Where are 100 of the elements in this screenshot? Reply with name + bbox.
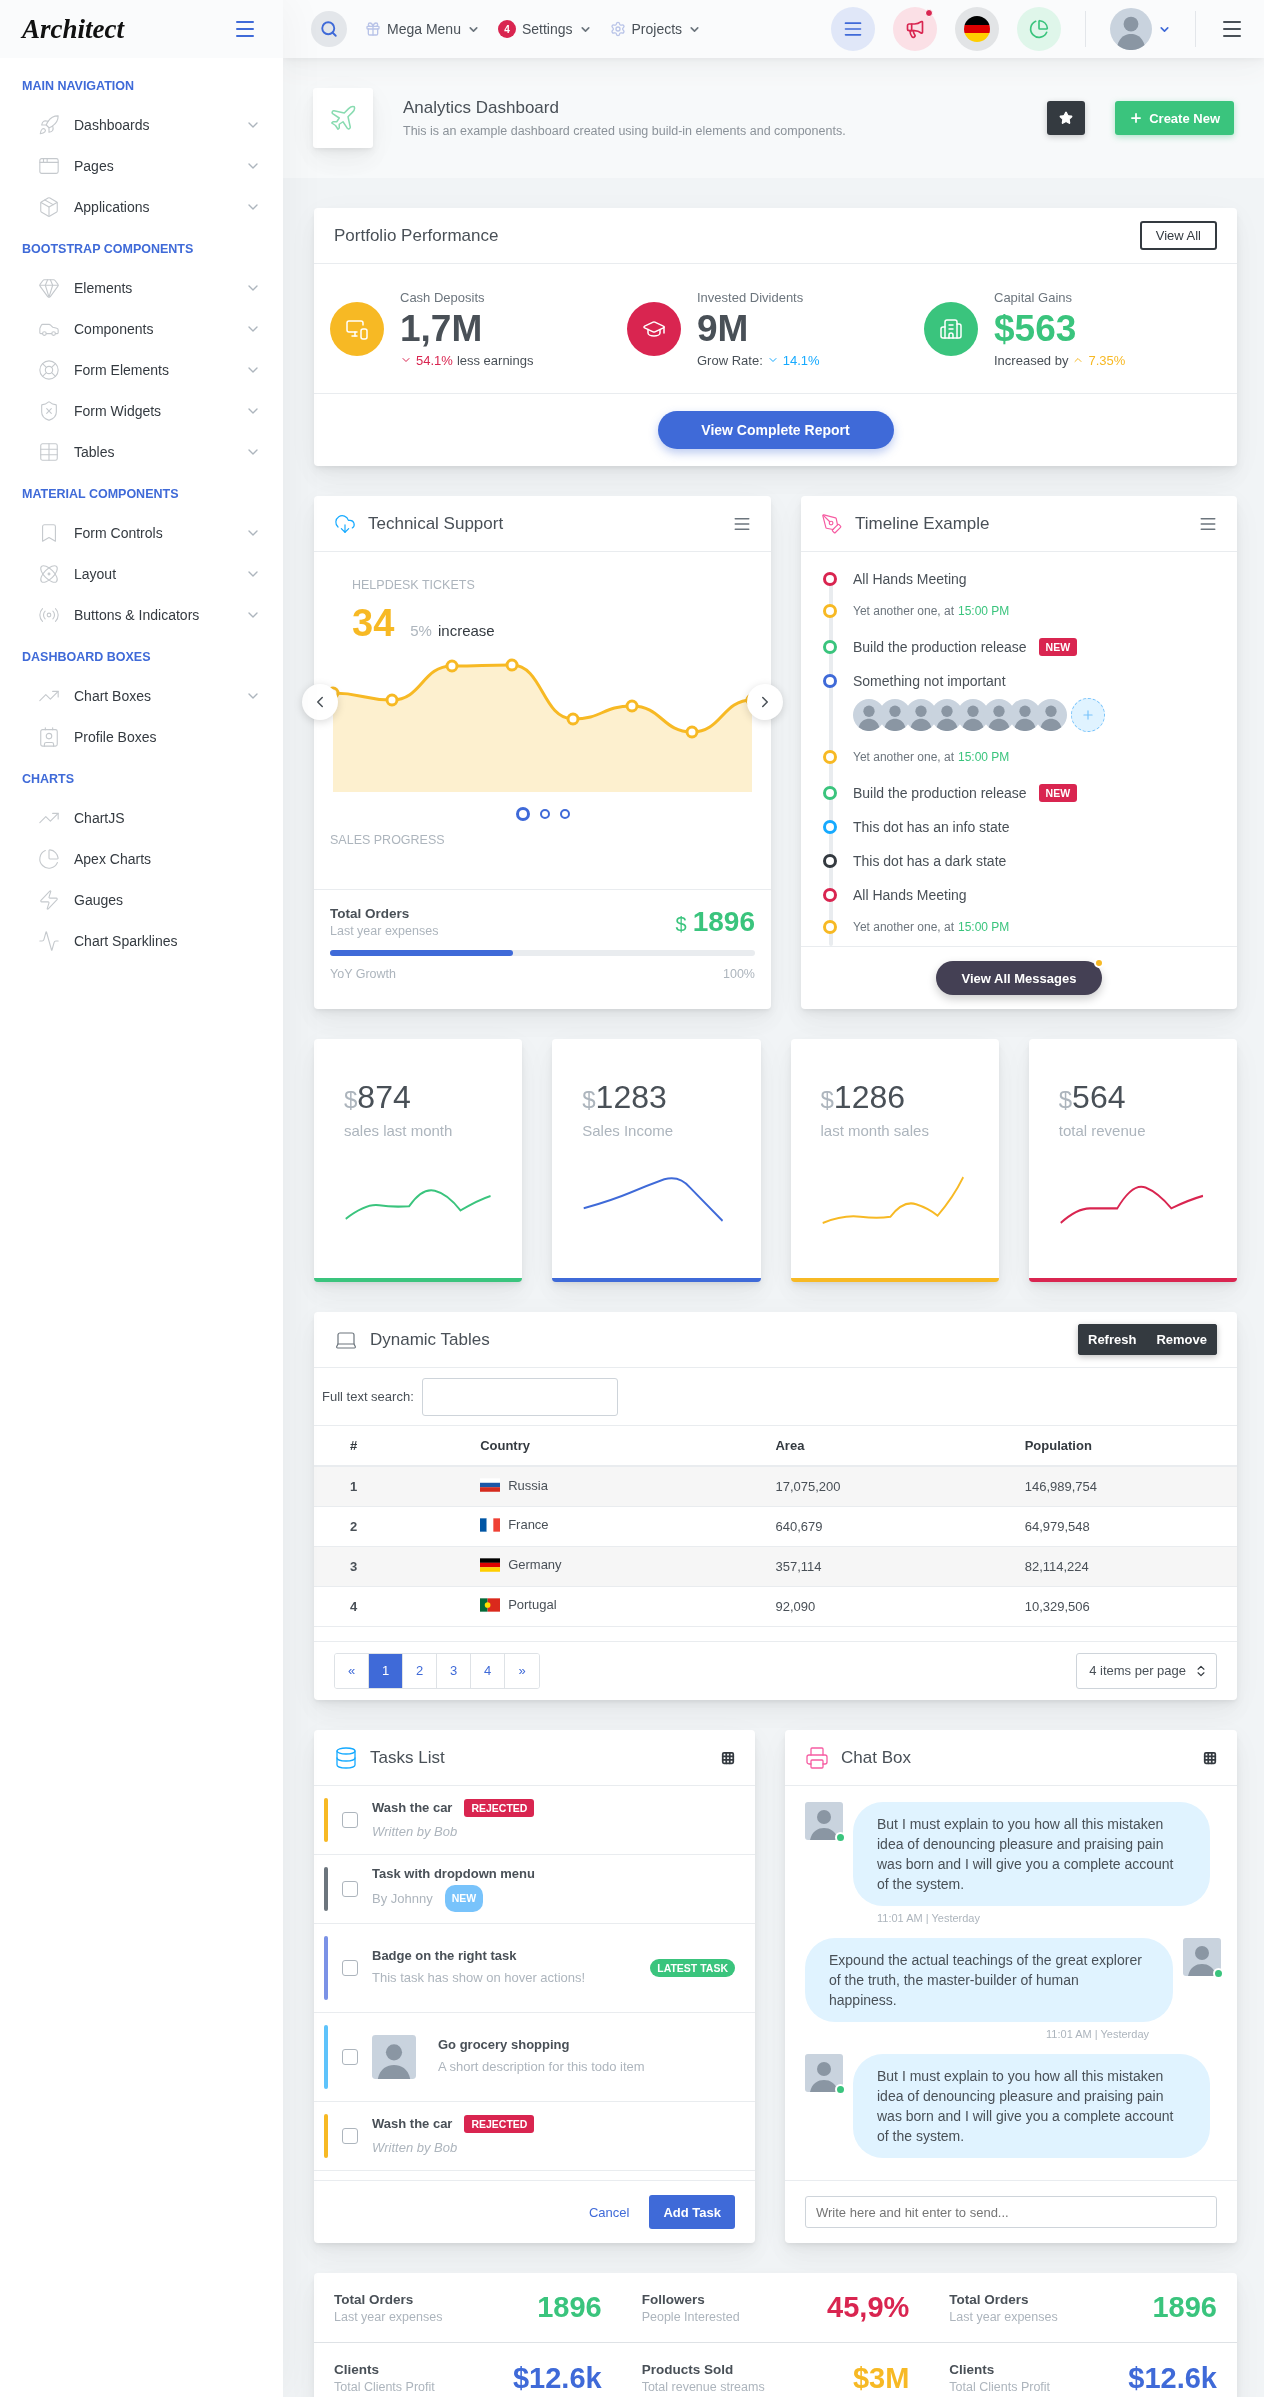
summary-subtitle: People Interested (641, 2309, 740, 2324)
table-cell: 17,075,200 (775, 1466, 1025, 1506)
sidebar-item[interactable]: Pages (22, 145, 261, 186)
report-button[interactable]: View Complete Report (657, 411, 894, 449)
task-checkbox[interactable] (342, 2049, 358, 2065)
summary-subtitle: Last year expenses (949, 2309, 1058, 2324)
message-field[interactable]: Write here and hit enter to send... (805, 2196, 1217, 2228)
avatar (853, 699, 885, 731)
flag-icon (480, 1597, 501, 1612)
sidebar-item[interactable]: Dashboards (22, 104, 261, 145)
user-avatar (1110, 8, 1152, 50)
sidebar-item[interactable]: Tables (22, 431, 261, 472)
metric-label: Invested Dividents (697, 289, 805, 305)
sidebar-item[interactable]: Elements (22, 267, 261, 308)
summary-title: Total Orders (334, 2291, 415, 2307)
add-task-button[interactable]: Add Task (649, 2195, 735, 2229)
slide-dot[interactable] (539, 809, 550, 819)
menu-item-icon (38, 929, 60, 952)
task-checkbox[interactable] (342, 1881, 358, 1897)
slide-dot[interactable] (559, 809, 570, 819)
cancel-link[interactable]: Cancel (582, 2203, 636, 2221)
new-badge: NEW (1038, 784, 1078, 802)
toolbar-button[interactable]: Refresh (1078, 1324, 1147, 1355)
section-title: MATERIAL COMPONENTS (22, 486, 180, 503)
timeline-note: Yet another one, at 15:00 PM (853, 919, 1011, 936)
gift-icon (365, 21, 381, 37)
chart-point (445, 659, 459, 673)
favorite-button[interactable] (1047, 101, 1086, 135)
menu-item-icon (38, 888, 60, 911)
sidebar-item[interactable]: Gauges (22, 879, 261, 920)
sidebar-item[interactable]: Apex Charts (22, 838, 261, 879)
sidebar-item[interactable]: Form Elements (22, 349, 261, 390)
table-cell: 10,329,506 (1024, 1586, 1237, 1626)
menu-link[interactable]: 4 Settings (497, 20, 592, 38)
summary-subtitle: Last year expenses (334, 2309, 443, 2324)
card-title: Tasks List (370, 1747, 446, 1768)
summary-value: 1896 (537, 2291, 602, 2324)
sidebar-item[interactable]: Form Controls (22, 512, 261, 553)
task-subtitle: A short description for this todo item (438, 2058, 645, 2076)
table-cell: Germany (508, 1557, 562, 1573)
summary-value: 1896 (1152, 2291, 1217, 2324)
card-title: Portfolio Performance (334, 225, 500, 246)
flag-icon (480, 1478, 501, 1492)
currency-sign: $ (675, 913, 687, 936)
sidebar-item[interactable]: Chart Sparklines (22, 920, 261, 961)
sidebar-item[interactable]: Applications (22, 186, 261, 227)
icon-button[interactable] (955, 7, 999, 51)
star-icon (1059, 111, 1074, 125)
sidebar-item[interactable]: Layout (22, 553, 261, 594)
page-size-select[interactable]: 4 items per page (1076, 1652, 1217, 1689)
menu-item-icon (38, 399, 60, 422)
page-button[interactable]: 1 (369, 1653, 403, 1688)
search-field[interactable] (421, 1377, 618, 1416)
megaphone-icon (905, 19, 925, 39)
task-checkbox[interactable] (342, 1960, 358, 1976)
avatar (1183, 1938, 1221, 1976)
cloud-icon (334, 512, 356, 535)
sidebar-item[interactable]: Profile Boxes (22, 716, 261, 757)
online-dot (835, 2084, 846, 2095)
menu-item-icon (38, 358, 60, 381)
toolbar-button[interactable]: Remove (1146, 1324, 1217, 1355)
metric-value: 1,7M (400, 306, 484, 351)
sidebar-item[interactable]: Form Widgets (22, 390, 261, 431)
flag-icon (480, 1517, 501, 1532)
card-title: Chat Box (841, 1747, 912, 1768)
search-label: Full text search: (322, 1389, 414, 1404)
sidebar-item[interactable]: Chart Boxes (22, 675, 261, 716)
menu-item-icon (38, 113, 60, 136)
view-messages-button[interactable]: View All Messages (935, 961, 1103, 995)
grid-icon[interactable] (721, 1750, 735, 1765)
table-cell: 64,979,548 (1024, 1506, 1237, 1546)
chart-point (566, 712, 580, 726)
menu-item-icon (38, 562, 60, 585)
orders-title: Total Orders (330, 906, 411, 921)
status-badge: NEW (444, 1885, 484, 1912)
grid-icon[interactable] (1203, 1750, 1217, 1765)
chart-point (385, 693, 399, 707)
menu-link[interactable]: Projects (609, 21, 702, 37)
task-checkbox[interactable] (342, 1812, 358, 1828)
menu-link[interactable]: Mega Menu (365, 21, 480, 37)
task-subtitle: Written by Bob (372, 1822, 458, 1841)
sidebar-item[interactable]: Buttons & Indicators (22, 594, 261, 635)
sidebar-item[interactable]: Components (22, 308, 261, 349)
table-cell: Russia (508, 1477, 548, 1493)
task-checkbox[interactable] (342, 2128, 358, 2144)
notification-dot (925, 9, 933, 17)
search-button[interactable] (311, 11, 347, 47)
chart-point (685, 725, 699, 739)
timeline-text: Something not important (853, 673, 1006, 689)
sidebar-item[interactable]: ChartJS (22, 797, 261, 838)
slide-dot[interactable] (515, 807, 530, 821)
view-all-button[interactable]: View All (1139, 221, 1217, 250)
change-label: Grow Rate: (697, 352, 763, 368)
table-cell: 92,090 (775, 1586, 1025, 1626)
page-title: Analytics Dashboard (403, 98, 560, 118)
page-button[interactable]: « (335, 1653, 369, 1688)
message-time: 11:01 AM | Yesterday (1046, 2028, 1149, 2040)
chat-message: But I must explain to you how all this mistaken idea of denouncing pleasure and praising pain was born and I will give you a complete account of the system. (853, 2054, 1210, 2158)
table-cell: 4 (314, 1586, 481, 1626)
currency-sign: $ (582, 1086, 596, 1114)
